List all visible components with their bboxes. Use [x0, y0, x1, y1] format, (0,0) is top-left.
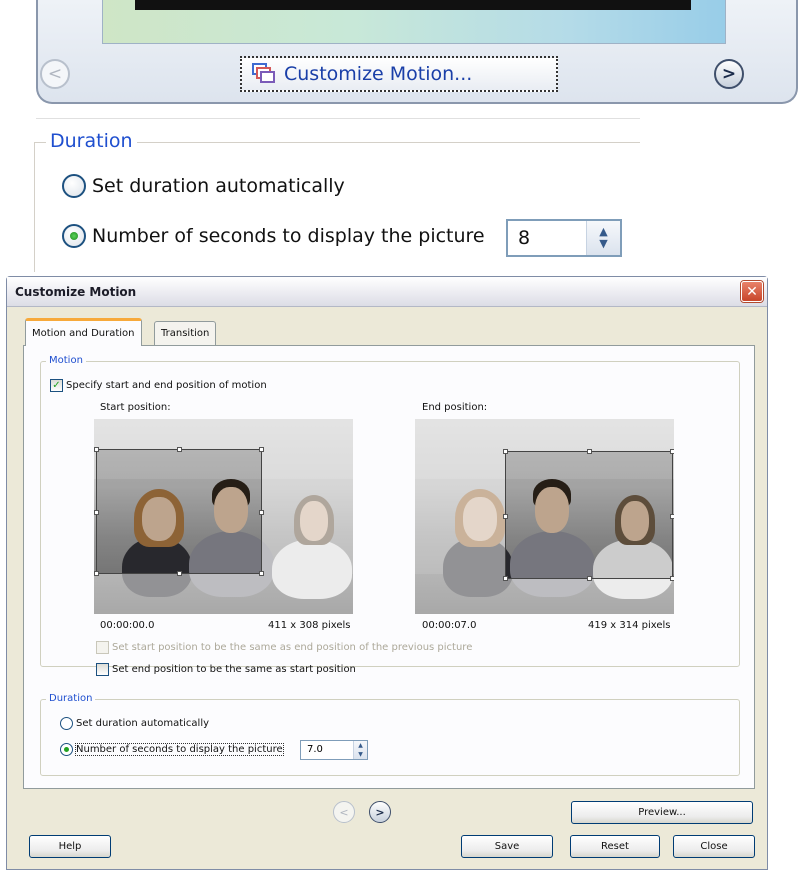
reset-button-label: Reset — [601, 841, 629, 852]
close-icon: ✕ — [746, 283, 758, 300]
end-position-preview[interactable] — [415, 419, 674, 614]
previous-picture-button-small[interactable]: < — [333, 801, 355, 823]
separator — [36, 118, 640, 119]
tab-transition[interactable]: Transition — [154, 321, 217, 345]
dialog-titlebar: Customize Motion — [7, 277, 767, 307]
reset-button[interactable]: Reset — [570, 835, 660, 858]
end-time: 00:00:07.0 — [422, 620, 477, 631]
dialog-title: Customize Motion — [15, 284, 137, 299]
preview-button[interactable]: Preview... — [571, 801, 753, 824]
seconds-radio-zoomed[interactable] — [62, 224, 86, 248]
seconds-stepper[interactable]: 7.0 ▲ ▼ — [300, 740, 368, 760]
spin-down-icon[interactable]: ▼ — [599, 238, 607, 250]
duration-group — [40, 699, 740, 776]
next-picture-button[interactable]: > — [714, 59, 744, 89]
duration-legend: Duration — [46, 693, 96, 704]
specify-motion-option[interactable]: ✓ Specify start and end position of moti… — [50, 379, 267, 392]
tab-panel: Motion ✓ Specify start and end position … — [23, 345, 755, 789]
seconds-label-zoomed: Number of seconds to display the picture — [92, 225, 485, 247]
save-button[interactable]: Save — [461, 835, 553, 858]
seconds-option[interactable]: Number of seconds to display the picture — [60, 743, 284, 756]
customize-motion-label: Customize Motion... — [284, 63, 473, 85]
spin-up-icon[interactable]: ▲ — [354, 741, 367, 750]
seconds-stepper-zoomed[interactable]: 8 ▲ ▼ — [506, 219, 622, 257]
previous-picture-button[interactable]: < — [40, 59, 70, 89]
auto-duration-label-zoomed: Set duration automatically — [92, 175, 345, 197]
start-time: 00:00:00.0 — [100, 620, 155, 631]
tab-motion-and-duration[interactable]: Motion and Duration — [25, 318, 142, 346]
specify-motion-label: Specify start and end position of motion — [66, 380, 267, 391]
spin-arrows-icon[interactable]: ▲ ▼ — [353, 741, 367, 759]
next-picture-button-small[interactable]: > — [369, 801, 391, 823]
same-as-start-label: Set end position to be the same as start… — [112, 664, 356, 675]
layers-icon — [252, 63, 276, 85]
start-position-label: Start position: — [100, 402, 171, 413]
customize-motion-dialog: Customize Motion ✕ Motion and Duration T… — [6, 276, 768, 870]
auto-duration-option-zoomed[interactable]: Set duration automatically — [62, 174, 345, 198]
save-button-label: Save — [494, 841, 520, 852]
start-size: 411 x 308 pixels — [268, 620, 351, 631]
auto-duration-option[interactable]: Set duration automatically — [60, 717, 209, 730]
chevron-left-icon: < — [47, 64, 63, 84]
tab-label: Transition — [161, 328, 210, 339]
preview-bar — [135, 0, 691, 10]
duration-legend-zoomed: Duration — [46, 130, 137, 152]
end-position-label: End position: — [422, 402, 488, 413]
preview-button-label: Preview... — [638, 807, 686, 818]
tab-label: Motion and Duration — [32, 328, 135, 339]
spin-arrows-icon[interactable]: ▲ ▼ — [586, 221, 620, 255]
auto-duration-radio-zoomed[interactable] — [62, 174, 86, 198]
same-as-start-option[interactable]: Set end position to be the same as start… — [96, 663, 356, 676]
close-dialog-button[interactable]: ✕ — [741, 281, 763, 302]
help-button[interactable]: Help — [29, 835, 111, 858]
customize-motion-button[interactable]: Customize Motion... — [240, 56, 558, 92]
specify-motion-checkbox[interactable]: ✓ — [50, 379, 63, 392]
end-crop-rectangle[interactable] — [503, 449, 674, 581]
preview-strip — [102, 0, 726, 44]
seconds-radio[interactable] — [60, 743, 73, 756]
help-button-label: Help — [58, 841, 82, 852]
end-size: 419 x 314 pixels — [588, 620, 671, 631]
close-button[interactable]: Close — [673, 835, 755, 858]
auto-duration-label: Set duration automatically — [76, 718, 210, 729]
same-as-previous-label: Set start position to be the same as end… — [112, 642, 473, 653]
seconds-value-zoomed[interactable]: 8 — [508, 221, 586, 255]
seconds-option-zoomed[interactable]: Number of seconds to display the picture — [62, 224, 485, 248]
checkmark-icon: ✓ — [52, 380, 61, 391]
seconds-value[interactable]: 7.0 — [301, 741, 353, 759]
spin-down-icon[interactable]: ▼ — [354, 750, 367, 759]
auto-duration-radio[interactable] — [60, 717, 73, 730]
chevron-right-icon: > — [721, 64, 737, 84]
same-as-previous-option[interactable]: Set start position to be the same as end… — [96, 641, 472, 654]
close-button-label: Close — [700, 841, 728, 852]
chevron-left-icon: < — [339, 805, 349, 819]
start-position-preview[interactable] — [94, 419, 353, 614]
motion-legend: Motion — [46, 355, 86, 366]
start-crop-rectangle[interactable] — [94, 447, 264, 576]
same-as-start-checkbox[interactable] — [96, 663, 109, 676]
same-as-previous-checkbox[interactable] — [96, 641, 109, 654]
seconds-label: Number of seconds to display the picture — [75, 743, 284, 756]
chevron-right-icon: > — [375, 805, 385, 819]
